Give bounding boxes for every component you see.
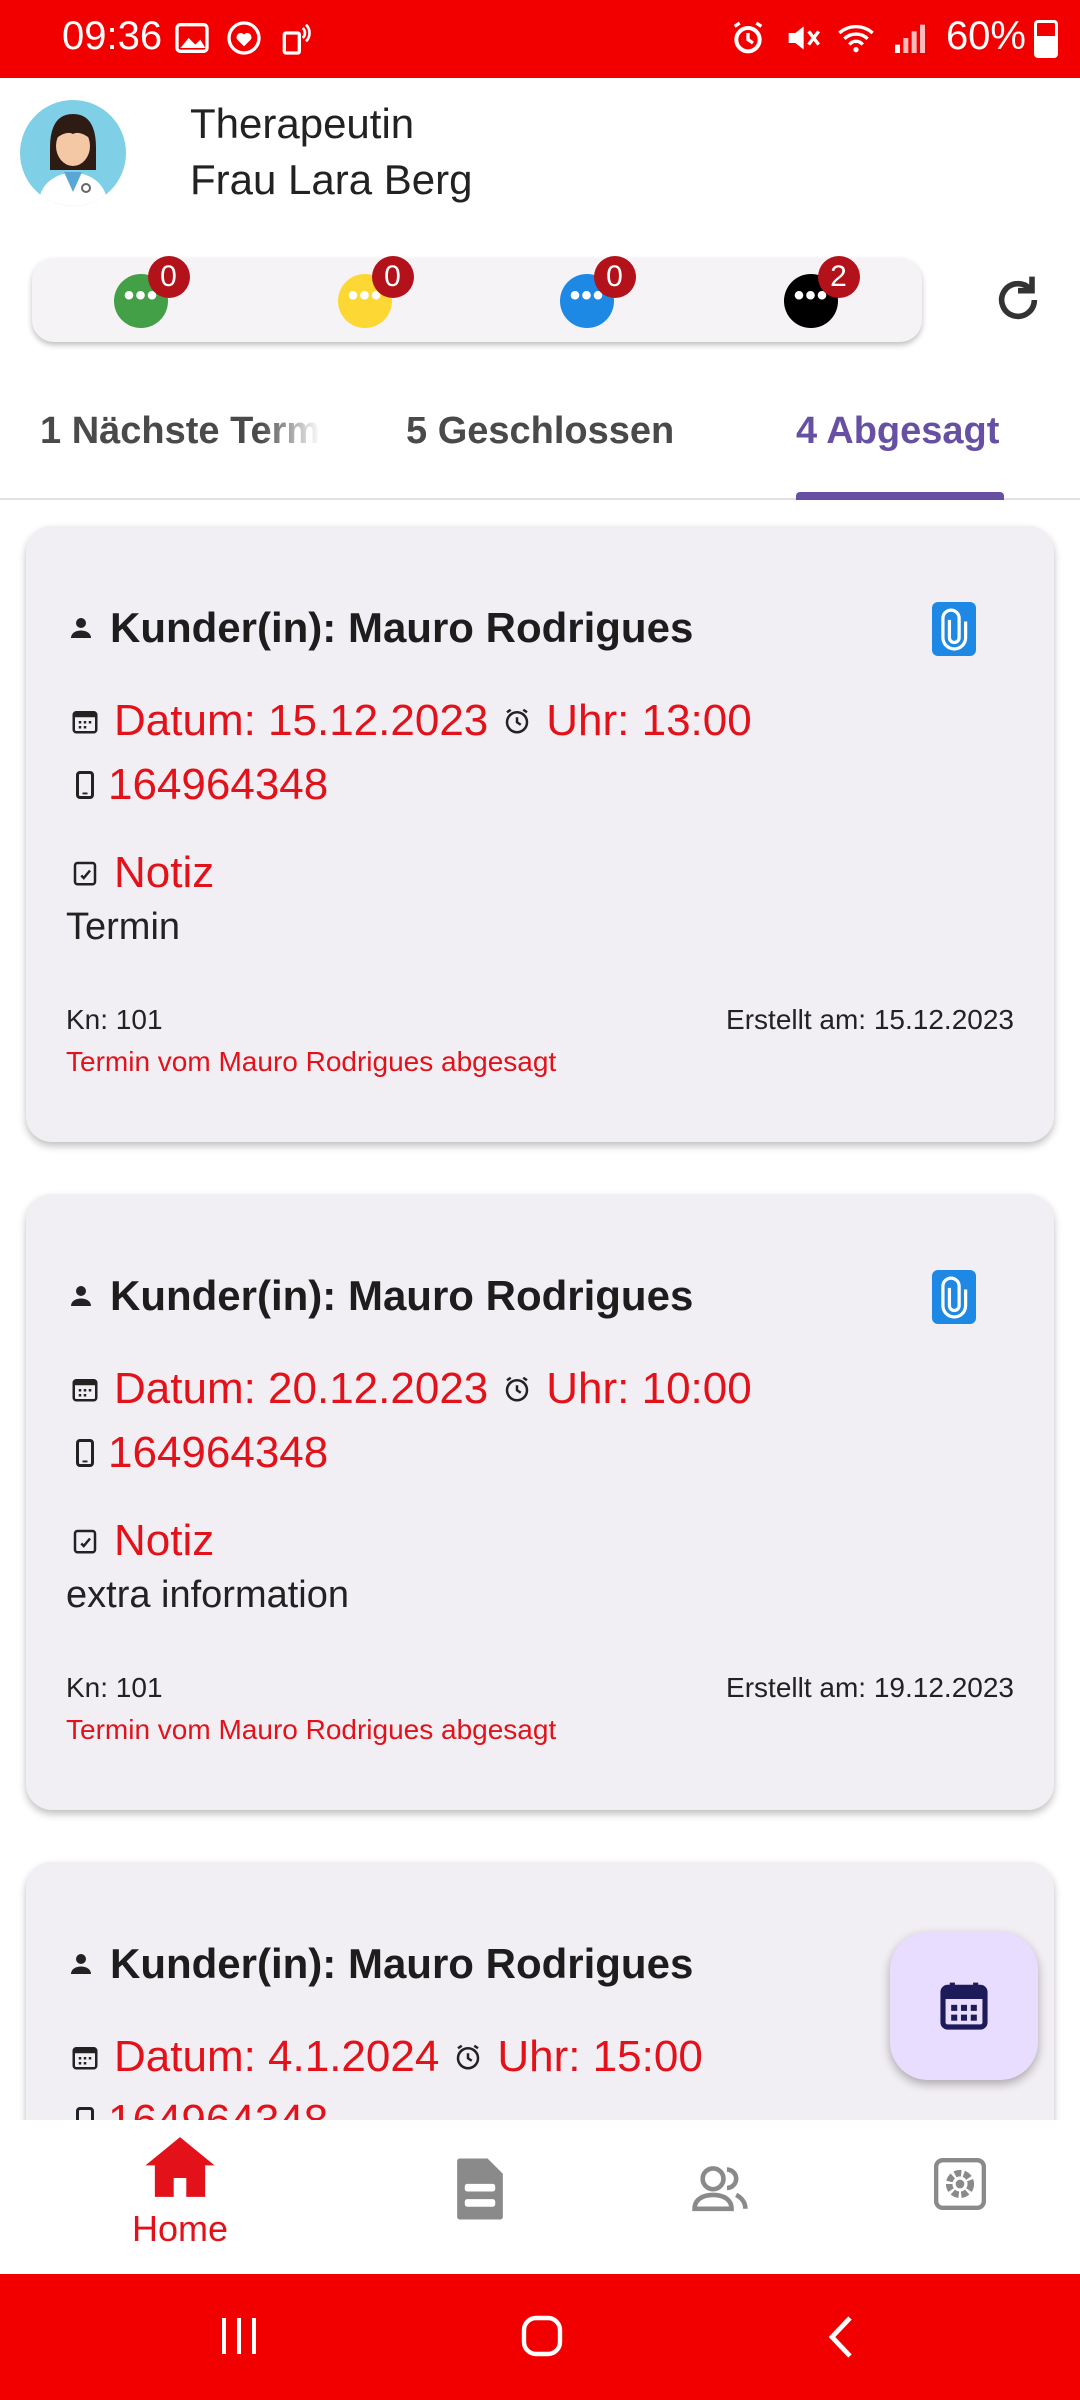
appointment-time: Uhr: 15:00 — [497, 2032, 703, 2081]
nav-home[interactable]: Home — [60, 2120, 300, 2274]
status-black-button[interactable]: ••• 2 — [784, 256, 860, 328]
recent-apps-icon[interactable] — [218, 2314, 260, 2358]
customer-name: Kunder(in): Mauro Rodrigues — [110, 604, 694, 651]
status-blue-count: 0 — [594, 256, 636, 298]
date-time-row: Datum: 20.12.2023 Uhr: 10:00 — [70, 1364, 752, 1414]
battery-percent: 60% — [945, 14, 1026, 58]
calendar-icon — [72, 711, 98, 734]
header-role: Therapeutin — [190, 100, 415, 147]
date-time-row: Datum: 4.1.2024 Uhr: 15:00 — [70, 2032, 703, 2082]
date-time-row: Datum: 15.12.2023 Uhr: 13:00 — [70, 696, 752, 746]
phone-row: 164964348 — [70, 1428, 328, 1478]
phone-number[interactable]: 164964348 — [108, 1428, 328, 1478]
status-blue-button[interactable]: ••• 0 — [560, 256, 636, 328]
appointment-card[interactable]: Kunder(in): Mauro Rodrigues Datum: 15.12… — [26, 526, 1054, 1142]
status-green-count: 0 — [148, 256, 190, 298]
back-icon[interactable] — [826, 2314, 856, 2360]
created-date: Erstellt am: 15.12.2023 — [726, 1004, 1014, 1035]
nav-documents[interactable] — [360, 2120, 600, 2274]
battery-icon — [1034, 20, 1058, 58]
note-label-row: Notiz — [70, 1516, 214, 1566]
calendar-icon — [72, 2047, 98, 2070]
phone-icon — [76, 2107, 94, 2120]
appointment-card[interactable]: Kunder(in): Mauro Rodrigues Datum: 20.12… — [26, 1194, 1054, 1810]
sim-icon — [282, 23, 311, 55]
phone-number[interactable]: 164964348 — [108, 2096, 328, 2120]
customer-name: Kunder(in): Mauro Rodrigues — [110, 1940, 694, 1987]
nav-settings[interactable] — [840, 2120, 1080, 2274]
note-label: Notiz — [114, 848, 215, 897]
system-navigation-bar — [0, 2274, 1080, 2400]
alarm-icon — [733, 21, 763, 54]
status-green-button[interactable]: ••• 0 — [114, 256, 190, 328]
tab-closed[interactable]: 5 Geschlossen — [406, 410, 674, 453]
status-black-count: 2 — [818, 256, 860, 298]
tab-cancelled[interactable]: 4 Abgesagt — [796, 410, 999, 453]
phone-row: 164964348 — [70, 760, 328, 810]
status-time: 09:36 — [62, 14, 163, 58]
new-appointment-fab[interactable] — [890, 1932, 1038, 2080]
appointment-date: Datum: 4.1.2024 — [114, 2032, 440, 2081]
note-label: Notiz — [114, 1516, 215, 1565]
note-icon — [73, 861, 97, 886]
tab-upcoming[interactable]: 1 Nächste Termine — [40, 410, 320, 453]
mute-icon — [788, 26, 820, 50]
note-icon — [73, 1529, 97, 1554]
status-bar: 09:36 60% — [0, 0, 1080, 78]
nav-home-label: Home — [131, 2208, 229, 2249]
people-icon — [692, 2166, 748, 2212]
note-text: Termin — [66, 906, 181, 948]
customer-name: Kunder(in): Mauro Rodrigues — [110, 1272, 694, 1319]
phone-icon — [76, 1439, 94, 1467]
gallery-icon — [175, 23, 209, 53]
appointment-list[interactable]: Kunder(in): Mauro Rodrigues Datum: 15.12… — [0, 502, 1080, 2120]
phone-row: 164964348 — [70, 2096, 328, 2120]
note-label-row: Notiz — [70, 848, 214, 898]
person-icon — [71, 1286, 91, 1306]
person-icon — [71, 1954, 91, 1974]
status-yellow-button[interactable]: ••• 0 — [338, 256, 414, 328]
customer-number: Kn: 101 — [66, 1672, 163, 1703]
attachment-icon[interactable] — [932, 1270, 976, 1324]
tab-bar: 1 Nächste Termine 5 Geschlossen 4 Abgesa… — [0, 380, 1080, 500]
calendar-icon — [940, 1982, 988, 2030]
settings-icon — [934, 2158, 986, 2210]
appointment-date: Datum: 20.12.2023 — [114, 1364, 489, 1413]
appointment-time: Uhr: 10:00 — [546, 1364, 752, 1413]
bottom-navigation: Home — [0, 2120, 1080, 2274]
clock-icon — [457, 2044, 480, 2070]
customer-row: Kunder(in): Mauro Rodrigues — [66, 1940, 693, 1988]
nav-customers[interactable] — [600, 2120, 840, 2274]
clock-icon — [506, 708, 529, 734]
heart-icon — [227, 21, 261, 55]
calendar-icon — [72, 1379, 98, 1402]
phone-number[interactable]: 164964348 — [108, 760, 328, 810]
home-icon — [145, 2137, 215, 2197]
cancel-notice: Termin vom Mauro Rodrigues abgesagt — [66, 1046, 557, 1077]
customer-row: Kunder(in): Mauro Rodrigues — [66, 604, 693, 652]
wifi-icon — [838, 25, 874, 53]
tab-indicator — [796, 492, 1004, 500]
therapist-avatar[interactable] — [20, 100, 126, 206]
person-icon — [71, 618, 91, 638]
clock-icon — [506, 1376, 529, 1402]
status-yellow-count: 0 — [372, 256, 414, 298]
appointment-date: Datum: 15.12.2023 — [114, 696, 489, 745]
customer-number: Kn: 101 — [66, 1004, 163, 1035]
customer-row: Kunder(in): Mauro Rodrigues — [66, 1272, 693, 1320]
home-button-icon[interactable] — [520, 2314, 564, 2358]
header-name: Frau Lara Berg — [190, 156, 473, 203]
note-text: extra information — [66, 1574, 350, 1616]
created-date: Erstellt am: 19.12.2023 — [726, 1672, 1014, 1703]
appointment-time: Uhr: 13:00 — [546, 696, 752, 745]
attachment-icon[interactable] — [932, 602, 976, 656]
cancel-notice: Termin vom Mauro Rodrigues abgesagt — [66, 1714, 557, 1745]
signal-icon — [895, 24, 925, 53]
document-icon — [457, 2158, 503, 2220]
phone-icon — [76, 771, 94, 799]
refresh-icon[interactable] — [990, 272, 1046, 328]
status-summary-bar: ••• 0 ••• 0 ••• 0 ••• 2 — [32, 256, 922, 342]
